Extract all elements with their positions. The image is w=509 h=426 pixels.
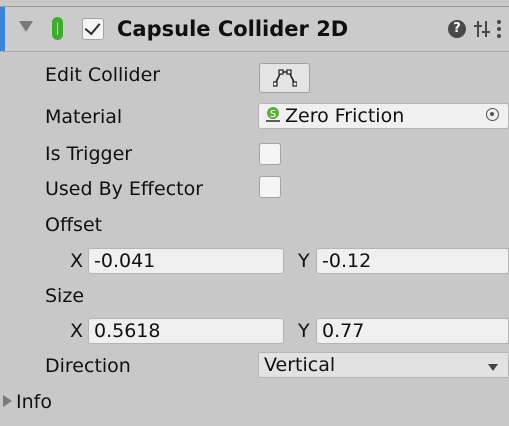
foldout-arrow-icon[interactable] (19, 21, 33, 32)
material-field[interactable]: Zero Friction (258, 103, 509, 129)
physics-material-icon: S (266, 107, 280, 122)
offset-x-label[interactable]: X (70, 250, 83, 272)
offset-label: Offset (45, 214, 103, 236)
info-foldout-label[interactable]: Info (16, 391, 52, 413)
svg-text:S: S (270, 109, 276, 120)
size-x-field[interactable]: 0.5618 (88, 318, 284, 344)
edit-collider-label: Edit Collider (45, 64, 161, 86)
info-foldout-arrow-icon[interactable] (3, 395, 12, 407)
edit-collider-icon (273, 69, 297, 87)
material-value: Zero Friction (285, 105, 405, 127)
checkmark-icon (84, 18, 101, 36)
presets-icon[interactable] (473, 19, 491, 39)
kebab-menu-icon[interactable] (497, 20, 501, 40)
component-enabled-checkbox[interactable] (82, 18, 104, 40)
capsule-collider-icon (52, 17, 63, 40)
component-title: Capsule Collider 2D (117, 17, 349, 41)
help-icon[interactable]: ? (448, 20, 466, 38)
offset-y-field[interactable]: -0.12 (316, 248, 509, 274)
inspector-panel: Capsule Collider 2D ? Edit Collider Mate… (0, 0, 509, 426)
used-by-effector-label: Used By Effector (45, 178, 204, 200)
direction-dropdown[interactable]: Vertical (258, 352, 509, 378)
used-by-effector-checkbox[interactable] (259, 176, 281, 198)
object-picker-icon[interactable] (486, 108, 499, 121)
edit-collider-button[interactable] (259, 63, 310, 93)
direction-label: Direction (45, 355, 131, 377)
size-label: Size (45, 285, 85, 307)
size-y-field[interactable]: 0.77 (316, 318, 509, 344)
size-x-label[interactable]: X (70, 320, 83, 342)
offset-y-label[interactable]: Y (298, 250, 310, 272)
component-header[interactable]: Capsule Collider 2D ? (0, 6, 509, 52)
material-label: Material (45, 106, 123, 128)
is-trigger-label: Is Trigger (45, 143, 133, 165)
size-y-label[interactable]: Y (298, 320, 310, 342)
component-accent-bar (0, 7, 5, 51)
is-trigger-checkbox[interactable] (259, 143, 281, 165)
dropdown-arrow-icon[interactable] (488, 364, 498, 371)
direction-value: Vertical (264, 354, 336, 376)
offset-x-field[interactable]: -0.041 (88, 248, 284, 274)
